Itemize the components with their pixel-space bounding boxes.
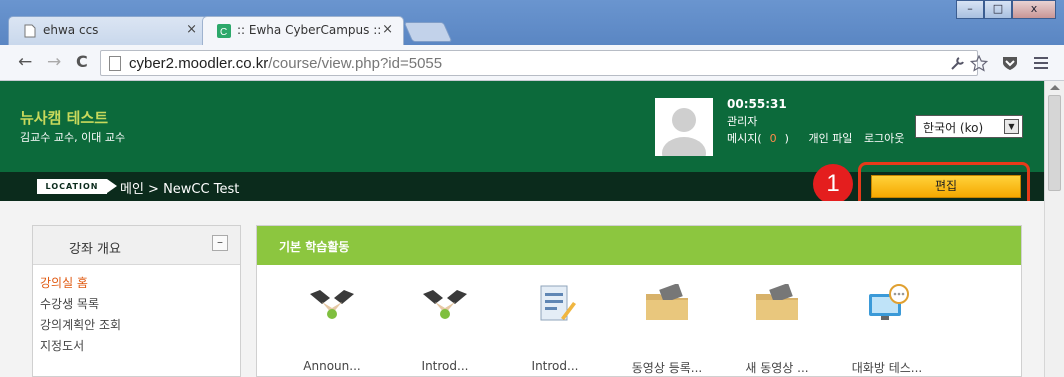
tab-close-icon[interactable]: × — [186, 22, 197, 37]
site-header: 뉴사캠 테스트 김교수 교수, 이대 교수 00:55:31 관리자 메시지(0… — [0, 81, 1044, 172]
video-folder-icon — [646, 284, 688, 320]
video-folder-icon — [756, 284, 798, 320]
activity-list: Announ... Introd... Introd... 동영상 등록... … — [287, 278, 987, 377]
user-links: 메시지( 0) 개인 파일 로그아웃 — [727, 130, 912, 147]
private-files-link[interactable]: 개인 파일 — [808, 132, 852, 145]
activity-label: Introd... — [421, 359, 469, 373]
url-path: /course/view.php?id=5055 — [268, 55, 443, 72]
tab-label: ehwa ccs — [43, 23, 99, 37]
scroll-up-icon[interactable] — [1050, 85, 1060, 90]
sidebar-item-students[interactable]: 수강생 목록 — [40, 294, 240, 315]
message-count: 0 — [769, 132, 777, 145]
activity-item[interactable]: Introd... — [405, 278, 485, 377]
maximize-button[interactable]: □ — [984, 0, 1012, 19]
activity-label: 대화방 테스... — [851, 361, 923, 375]
cybercampus-favicon-icon: C — [217, 24, 231, 38]
breadcrumb[interactable]: 메인 > NewCC Test — [120, 178, 239, 197]
location-badge: LOCATION — [37, 179, 117, 194]
shield-icon[interactable] — [1002, 56, 1018, 71]
forward-button[interactable]: → — [47, 52, 61, 72]
logout-link[interactable]: 로그아웃 — [864, 132, 904, 145]
minimize-button[interactable]: – — [956, 0, 984, 19]
tab-close-icon[interactable]: × — [382, 22, 393, 37]
activity-item[interactable]: 동영상 등록... — [627, 278, 707, 377]
activity-label: 동영상 등록... — [631, 361, 703, 375]
block-header: 강좌 개요 – — [33, 226, 240, 265]
site-subtitle: 김교수 교수, 이대 교수 — [20, 131, 126, 144]
collapse-button[interactable]: – — [212, 235, 228, 251]
browser-toolbar: ← → C cyber2.moodler.co.kr/course/view.p… — [0, 45, 1064, 81]
message-label: 메시지( — [727, 132, 762, 145]
wrench-icon[interactable] — [950, 56, 965, 71]
window-controls: – □ x — [956, 0, 1056, 19]
menu-icon[interactable] — [1034, 57, 1048, 69]
handshake-icon — [423, 290, 467, 319]
session-timer: 00:55:31 — [727, 97, 787, 111]
activity-item[interactable]: 새 동영상 ... — [737, 278, 817, 377]
browser-titlebar: ehwa ccs × C :: Ewha CyberCampus :: × – … — [0, 0, 1064, 45]
tab-ehwa-ccs[interactable]: ehwa ccs × — [8, 16, 208, 45]
reload-button[interactable]: C — [76, 52, 88, 71]
tab-ewha-cybercampus[interactable]: C :: Ewha CyberCampus :: × — [202, 16, 404, 45]
activity-item[interactable]: Announ... — [292, 278, 372, 377]
section-header: 기본 학습활동 — [257, 226, 1021, 265]
avatar[interactable] — [655, 98, 713, 156]
activity-item[interactable]: Introd... — [515, 278, 595, 377]
activity-label: 새 동영상 ... — [745, 361, 809, 375]
chat-monitor-icon — [869, 284, 909, 320]
back-button[interactable]: ← — [18, 52, 32, 72]
user-info: 00:55:31 관리자 메시지( 0) 개인 파일 로그아웃 — [727, 96, 912, 147]
message-link[interactable]: 메시지( 0) — [727, 132, 797, 145]
handshake-icon — [310, 290, 354, 319]
sidebar-item-course-home[interactable]: 강의실 홈 — [40, 273, 240, 294]
new-tab-button[interactable] — [403, 22, 453, 42]
svg-text:C: C — [220, 27, 227, 38]
course-overview-block: 강좌 개요 – 강의실 홈 수강생 목록 강의계획안 조회 지정도서 — [32, 225, 241, 377]
star-icon[interactable] — [970, 55, 988, 72]
scrollbar-thumb[interactable] — [1048, 95, 1061, 191]
site-title[interactable]: 뉴사캠 테스트 — [20, 107, 108, 128]
block-title: 강좌 개요 — [69, 242, 121, 257]
page-content: 강좌 개요 – 강의실 홈 수강생 목록 강의계획안 조회 지정도서 기본 학습… — [0, 201, 1044, 377]
language-value: 한국어 (ko) — [923, 121, 984, 135]
activity-label: Introd... — [531, 359, 579, 373]
page-icon — [24, 24, 36, 38]
user-avatar-icon — [655, 98, 713, 156]
section-title: 기본 학습활동 — [279, 240, 350, 254]
edit-button[interactable]: 편집 — [871, 175, 1021, 198]
callout-number: 1 — [813, 164, 853, 204]
document-edit-icon — [540, 285, 576, 321]
sidebar-item-reading[interactable]: 지정도서 — [40, 336, 240, 357]
page-scrollbar[interactable] — [1044, 81, 1064, 377]
activity-item[interactable]: 대화방 테스... — [847, 278, 927, 377]
address-bar[interactable]: cyber2.moodler.co.kr/course/view.php?id=… — [100, 50, 978, 76]
section-block: 기본 학습활동 Announ... Introd... Introd... 동영… — [256, 225, 1022, 377]
user-role: 관리자 — [727, 115, 758, 128]
language-select[interactable]: 한국어 (ko) ▼ — [915, 115, 1023, 138]
chevron-down-icon: ▼ — [1004, 119, 1019, 134]
tab-label: :: Ewha CyberCampus :: — [237, 23, 382, 37]
url-host: cyber2.moodler.co.kr — [129, 55, 269, 72]
sidebar-item-syllabus[interactable]: 강의계획안 조회 — [40, 315, 240, 336]
activity-label: Announ... — [303, 359, 361, 373]
message-close-paren: ) — [784, 132, 789, 145]
page-icon — [109, 56, 121, 71]
course-menu: 강의실 홈 수강생 목록 강의계획안 조회 지정도서 — [33, 265, 240, 357]
close-window-button[interactable]: x — [1012, 0, 1056, 19]
